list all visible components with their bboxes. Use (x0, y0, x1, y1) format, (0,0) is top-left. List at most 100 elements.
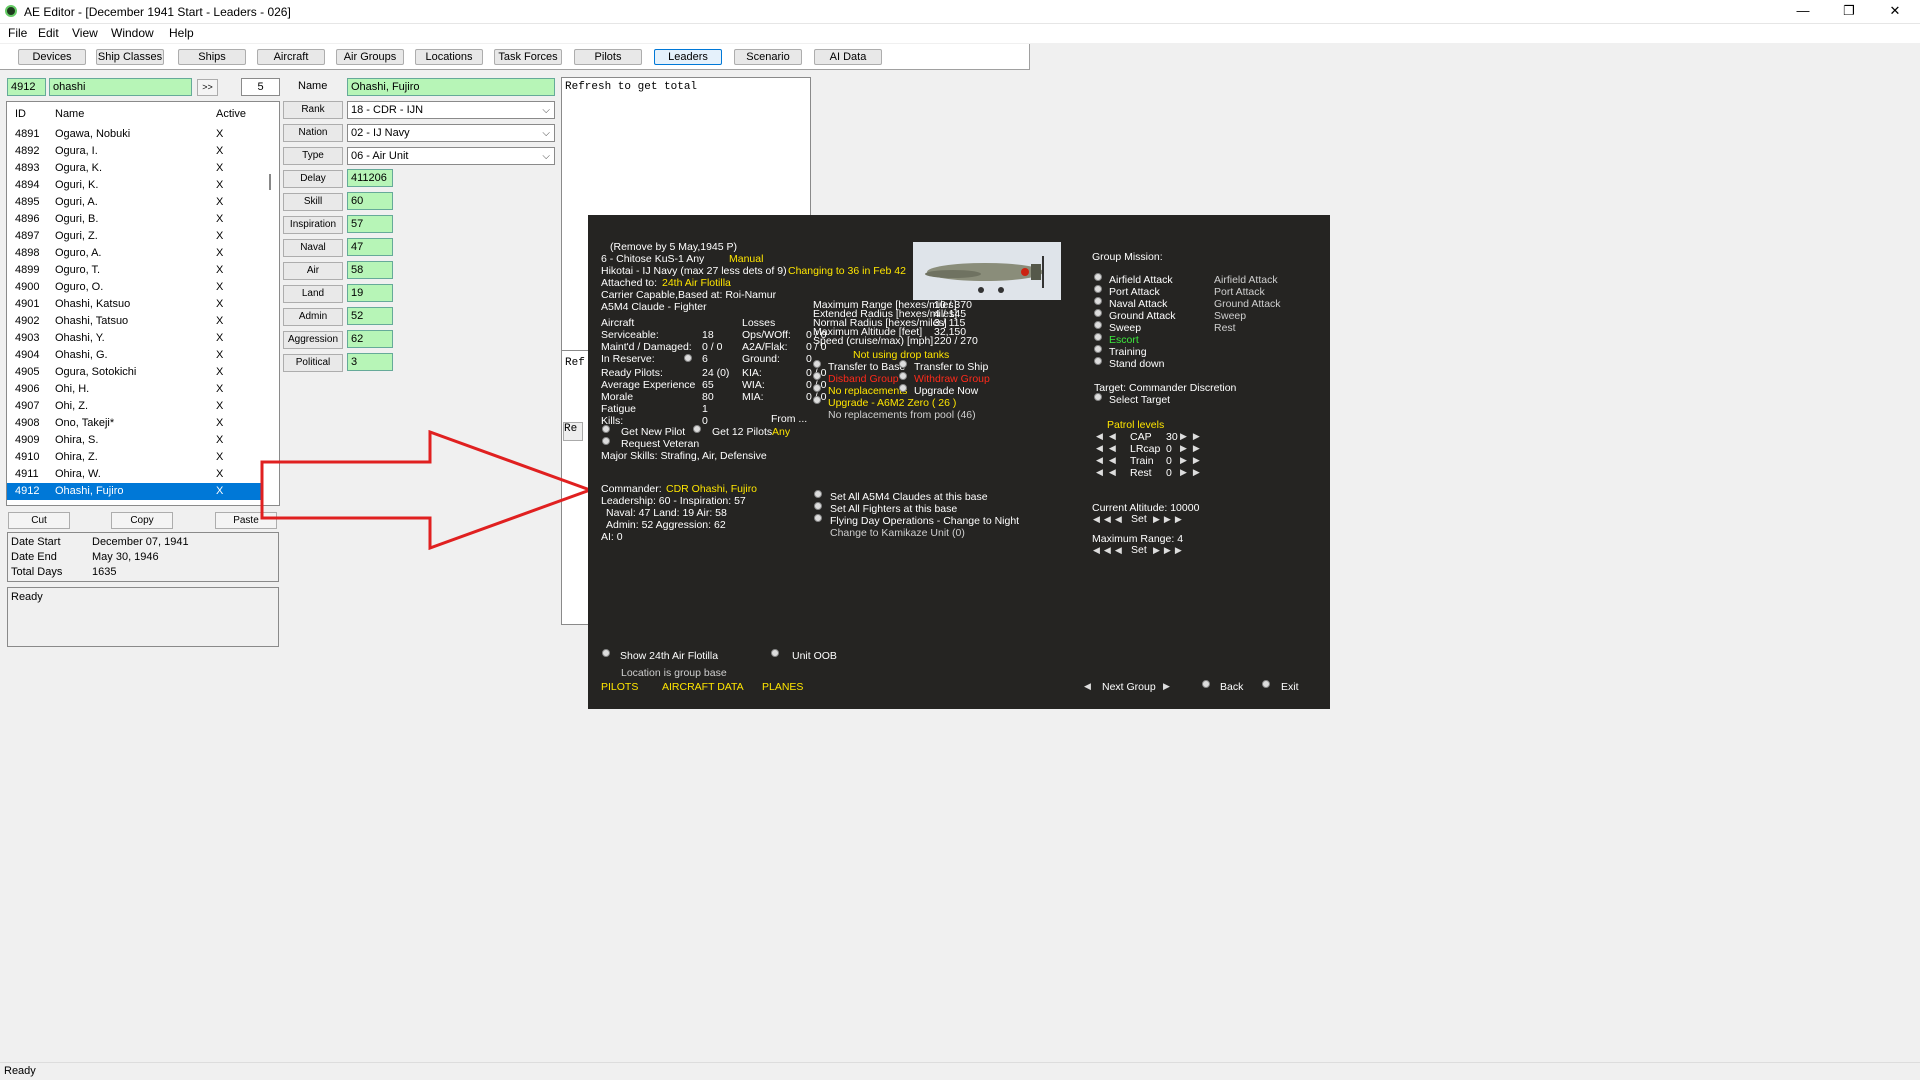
political-label[interactable]: Political (283, 354, 343, 372)
search-input[interactable]: ohashi (49, 78, 192, 96)
tab-aircraft[interactable]: Aircraft (257, 49, 325, 65)
show-flotilla-icon[interactable] (602, 649, 610, 657)
tab-task-forces[interactable]: Task Forces (494, 49, 562, 65)
no-replacements-toggle[interactable]: No replacements (828, 385, 907, 397)
tab-leaders[interactable]: Leaders (654, 49, 722, 65)
get-12-pilots-button[interactable]: Get 12 Pilots (712, 426, 772, 438)
skill-field[interactable]: 60 (347, 192, 393, 210)
altitude-down-arrows[interactable]: ◀◀◀ (1093, 514, 1126, 524)
mission-radio-icon[interactable] (1094, 333, 1102, 341)
tab-ship-classes[interactable]: Ship Classes (96, 49, 164, 65)
delay-label[interactable]: Delay (283, 170, 343, 188)
list-item[interactable]: 4906 Ohi, H. X (7, 381, 263, 398)
menu-view[interactable]: View (72, 26, 98, 40)
list-item[interactable]: 4895 Oguri, A. X (7, 194, 263, 211)
list-item[interactable]: 4899 Oguro, T. X (7, 262, 263, 279)
mission-option[interactable]: Naval Attack (1109, 298, 1167, 310)
range-up-arrows[interactable]: ▶▶▶ (1153, 545, 1186, 555)
menu-help[interactable]: Help (169, 26, 194, 40)
mission-radio-icon[interactable] (1094, 321, 1102, 329)
upgrade-now-button[interactable]: Upgrade Now (914, 385, 978, 397)
tab-devices[interactable]: Devices (18, 49, 86, 65)
admin-field[interactable]: 52 (347, 307, 393, 325)
list-item[interactable]: 4896 Oguri, B. X (7, 211, 263, 228)
land-label[interactable]: Land (283, 285, 343, 303)
minimize-button[interactable]: — (1780, 0, 1826, 24)
secondary-mission[interactable]: Ground Attack (1214, 298, 1281, 310)
exit-icon[interactable] (1262, 680, 1270, 688)
manual-mode[interactable]: Manual (729, 253, 763, 265)
tab-pilots[interactable]: Pilots (574, 49, 642, 65)
unit-oob-button[interactable]: Unit OOB (792, 650, 837, 662)
pilot-source[interactable]: Any (772, 426, 790, 438)
delay-field[interactable]: 411206 (347, 169, 393, 187)
upgrade-icon[interactable] (813, 396, 821, 404)
set-all-fighters-icon[interactable] (814, 502, 822, 510)
search-id-field[interactable]: 4912 (7, 78, 46, 96)
mission-radio-icon[interactable] (1094, 309, 1102, 317)
set-all-a5m4-button[interactable]: Set All A5M4 Claudes at this base (830, 491, 988, 503)
select-target-icon[interactable] (1094, 393, 1102, 401)
header-name[interactable]: Name (55, 106, 84, 123)
mission-radio-icon[interactable] (1094, 297, 1102, 305)
rank-select[interactable]: 18 - CDR - IJN ⌵ (347, 101, 555, 119)
list-item[interactable]: 4891 Ogawa, Nobuki X (7, 126, 263, 143)
select-target-button[interactable]: Select Target (1109, 394, 1170, 406)
list-item[interactable]: 4902 Ohashi, Tatsuo X (7, 313, 263, 330)
mission-radio-icon[interactable] (1094, 345, 1102, 353)
list-item[interactable]: 4892 Ogura, I. X (7, 143, 263, 160)
list-item[interactable]: 4910 Ohira, Z. X (7, 449, 263, 466)
mission-option[interactable]: Stand down (1109, 358, 1164, 370)
range-set-button[interactable]: Set (1131, 544, 1147, 556)
patrol-increase-arrows[interactable]: ▶▶ (1180, 431, 1206, 441)
leader-list[interactable]: ID Name Active 4891 Ogawa, Nobuki X 4892 Ogu… (6, 101, 280, 506)
back-button[interactable]: Back (1220, 681, 1243, 693)
secondary-mission[interactable]: Airfield Attack (1214, 274, 1278, 286)
patrol-decrease-arrows[interactable]: ◀◀ (1096, 467, 1122, 477)
list-item[interactable]: 4897 Oguri, Z. X (7, 228, 263, 245)
type-select[interactable]: 06 - Air Unit ⌵ (347, 147, 555, 165)
tab-ai-data[interactable]: AI Data (814, 49, 882, 65)
naval-field[interactable]: 47 (347, 238, 393, 256)
exit-button[interactable]: Exit (1281, 681, 1299, 693)
list-item[interactable]: 4908 Ono, Takeji* X (7, 415, 263, 432)
next-group-arrow-icon[interactable]: ▶ (1163, 681, 1170, 691)
tab-ships[interactable]: Ships (178, 49, 246, 65)
mission-option[interactable]: Port Attack (1109, 286, 1160, 298)
list-item[interactable]: 4903 Ohashi, Y. X (7, 330, 263, 347)
pilots-link[interactable]: PILOTS (601, 681, 638, 693)
aircraft-data-link[interactable]: AIRCRAFT DATA (662, 681, 744, 693)
air-label[interactable]: Air (283, 262, 343, 280)
menu-edit[interactable]: Edit (38, 26, 59, 40)
kamikaze-button[interactable]: Change to Kamikaze Unit (0) (830, 527, 965, 539)
patrol-increase-arrows[interactable]: ▶▶ (1180, 455, 1206, 465)
altitude-set-button[interactable]: Set (1131, 513, 1147, 525)
set-all-fighters-button[interactable]: Set All Fighters at this base (830, 503, 957, 515)
upgrade-path[interactable]: Upgrade - A6M2 Zero ( 26 ) (828, 397, 956, 409)
list-item[interactable]: 4894 Oguri, K. X (7, 177, 263, 194)
request-veteran-button[interactable]: Request Veteran (621, 438, 699, 450)
close-button[interactable]: ✕ (1872, 0, 1918, 24)
mission-option[interactable]: Airfield Attack (1109, 274, 1173, 286)
aggression-field[interactable]: 62 (347, 330, 393, 348)
get-new-pilot-button[interactable]: Get New Pilot (621, 426, 685, 438)
patrol-decrease-arrows[interactable]: ◀◀ (1096, 443, 1122, 453)
land-field[interactable]: 19 (347, 284, 393, 302)
range-down-arrows[interactable]: ◀◀◀ (1093, 545, 1126, 555)
list-item[interactable]: 4898 Oguro, A. X (7, 245, 263, 262)
withdraw-icon[interactable] (899, 372, 907, 380)
political-field[interactable]: 3 (347, 353, 393, 371)
patrol-increase-arrows[interactable]: ▶▶ (1180, 467, 1206, 477)
list-item[interactable]: 4901 Ohashi, Katsuo X (7, 296, 263, 313)
prev-group-arrow-icon[interactable]: ◀ (1084, 681, 1091, 691)
admin-label[interactable]: Admin (283, 308, 343, 326)
transfer-base-icon[interactable] (813, 360, 821, 368)
reserve-button-icon[interactable] (684, 354, 692, 362)
list-item[interactable]: 4893 Ogura, K. X (7, 160, 263, 177)
header-active[interactable]: Active (216, 106, 246, 123)
flying-day-button[interactable]: Flying Day Operations - Change to Night (830, 515, 1019, 527)
list-item[interactable]: 4911 Ohira, W. X (7, 466, 263, 483)
request-veteran-icon[interactable] (602, 437, 610, 445)
secondary-mission[interactable]: Port Attack (1214, 286, 1265, 298)
list-scrollbar-thumb[interactable] (269, 174, 271, 190)
